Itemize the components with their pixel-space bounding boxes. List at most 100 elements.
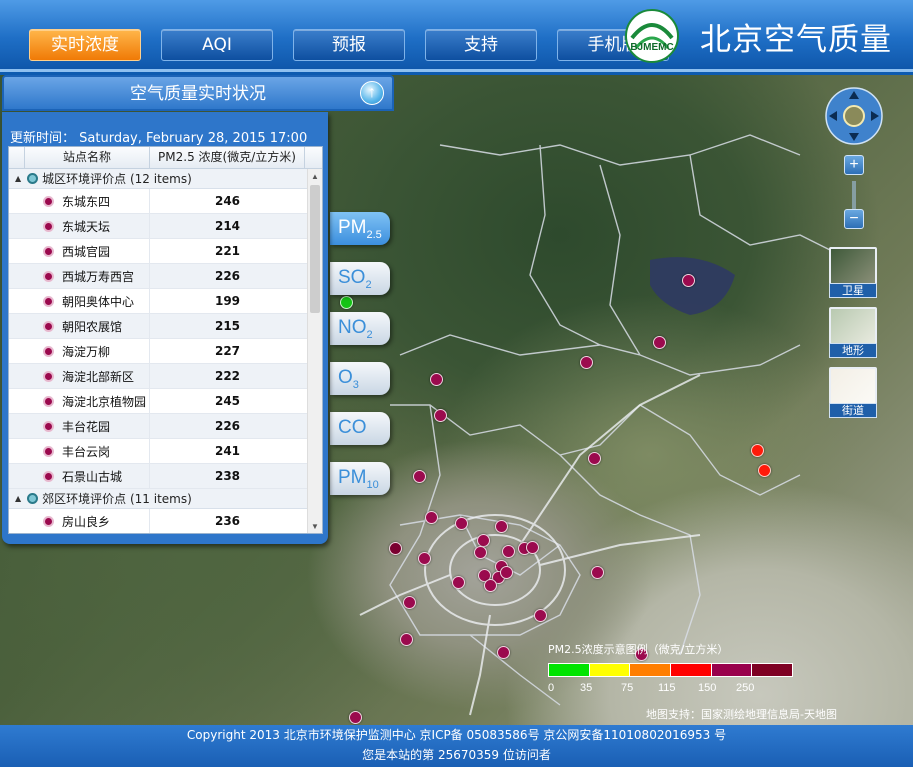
- table-scrollbar[interactable]: ▲ ▼: [307, 169, 322, 533]
- station-marker[interactable]: [425, 511, 438, 524]
- station-cell: 朝阳农展馆: [25, 314, 150, 338]
- table-row[interactable]: 石景山古城 238: [9, 464, 322, 489]
- table-row[interactable]: 房山良乡 236: [9, 509, 322, 533]
- station-marker[interactable]: [349, 711, 362, 724]
- station-marker[interactable]: [497, 646, 510, 659]
- station-marker[interactable]: [452, 576, 465, 589]
- station-cell: 房山良乡: [25, 509, 150, 533]
- scroll-thumb[interactable]: [310, 185, 320, 313]
- station-marker[interactable]: [682, 274, 695, 287]
- table-row[interactable]: 西城万寿西宫 226: [9, 264, 322, 289]
- table-rows: ▲ 城区环境评价点 (12 items) 东城东四 246 东城天坛 214 西城官园 221…: [9, 169, 322, 533]
- row-spacer: [9, 314, 25, 338]
- zoom-out-button[interactable]: −: [844, 209, 864, 229]
- table-row[interactable]: 丰台云岗 241: [9, 439, 322, 464]
- station-marker[interactable]: [534, 609, 547, 622]
- row-spacer: [9, 414, 25, 438]
- station-cell: 丰台云岗: [25, 439, 150, 463]
- column-station-name[interactable]: 站点名称: [25, 147, 150, 168]
- station-name: 朝阳奥体中心: [62, 294, 135, 309]
- station-marker[interactable]: [430, 373, 443, 386]
- station-marker[interactable]: [751, 444, 764, 457]
- station-marker[interactable]: [400, 633, 413, 646]
- station-marker[interactable]: [526, 541, 539, 554]
- table-row[interactable]: 丰台花园 226: [9, 414, 322, 439]
- satellite-thumb: [829, 247, 877, 285]
- tab-so2[interactable]: SO2: [330, 262, 390, 295]
- expand-icon[interactable]: ▲: [15, 494, 21, 503]
- station-table: 站点名称 PM2.5 浓度(微克/立方米) ▲ 城区环境评价点 (12 items…: [8, 146, 323, 534]
- legend-tick: 35: [580, 682, 593, 694]
- status-panel-header: 空气质量实时状况 ↑: [2, 75, 396, 115]
- group-row[interactable]: ▲ 城区环境评价点 (12 items): [9, 169, 322, 189]
- station-dot-icon: [43, 270, 54, 282]
- row-spacer: [9, 509, 25, 533]
- table-row[interactable]: 西城官园 221: [9, 239, 322, 264]
- update-time: Saturday, February 28, 2015 17:00: [79, 131, 308, 146]
- maptype-satellite-label: 卫星: [829, 283, 877, 298]
- station-dot-icon: [43, 445, 54, 457]
- legend-tick: 250: [736, 682, 755, 694]
- group-row[interactable]: ▲ 郊区环境评价点 (11 items): [9, 489, 322, 509]
- maptype-street-button[interactable]: 街道: [829, 367, 877, 419]
- row-spacer: [9, 214, 25, 238]
- expand-icon[interactable]: ▲: [15, 174, 21, 183]
- station-marker[interactable]: [340, 296, 353, 309]
- maptype-terrain-button[interactable]: 地形: [829, 307, 877, 359]
- table-row[interactable]: 海淀北京植物园 245: [9, 389, 322, 414]
- station-marker[interactable]: [500, 566, 513, 579]
- tab-aqi[interactable]: AQI: [161, 29, 273, 61]
- station-marker[interactable]: [502, 545, 515, 558]
- pan-control[interactable]: [825, 87, 883, 145]
- scroll-down-icon[interactable]: ▼: [308, 519, 322, 533]
- tab-pm25[interactable]: PM2.5: [330, 212, 390, 245]
- tab-pm10[interactable]: PM10: [330, 462, 390, 495]
- station-marker[interactable]: [591, 566, 604, 579]
- table-row[interactable]: 东城东四 246: [9, 189, 322, 214]
- table-row[interactable]: 海淀北部新区 222: [9, 364, 322, 389]
- table-row[interactable]: 东城天坛 214: [9, 214, 322, 239]
- row-spacer: [9, 189, 25, 213]
- tab-o3[interactable]: O3: [330, 362, 390, 395]
- pm25-value: 221: [214, 244, 241, 258]
- collapse-panel-button[interactable]: ↑: [360, 81, 384, 105]
- station-cell: 东城东四: [25, 189, 150, 213]
- station-marker[interactable]: [588, 452, 601, 465]
- terrain-thumb: [829, 307, 877, 345]
- table-row[interactable]: 海淀万柳 227: [9, 339, 322, 364]
- station-marker[interactable]: [653, 336, 666, 349]
- tab-realtime-concentration[interactable]: 实时浓度: [29, 29, 141, 61]
- station-marker[interactable]: [434, 409, 447, 422]
- station-marker[interactable]: [403, 596, 416, 609]
- header-spacer: [9, 147, 25, 168]
- station-marker[interactable]: [418, 552, 431, 565]
- station-cell: 东城天坛: [25, 214, 150, 238]
- station-marker[interactable]: [758, 464, 771, 477]
- station-marker[interactable]: [389, 542, 402, 555]
- table-row[interactable]: 朝阳奥体中心 199: [9, 289, 322, 314]
- maptype-satellite-button[interactable]: 卫星: [829, 247, 877, 299]
- station-dot-icon: [43, 420, 54, 432]
- pm25-value: 241: [214, 444, 241, 458]
- street-thumb: [829, 367, 877, 405]
- station-dot-icon: [43, 470, 54, 482]
- station-marker[interactable]: [474, 546, 487, 559]
- scroll-up-icon[interactable]: ▲: [308, 169, 322, 184]
- tab-co[interactable]: CO: [330, 412, 390, 445]
- station-marker[interactable]: [413, 470, 426, 483]
- tab-no2[interactable]: NO2: [330, 312, 390, 345]
- station-dot-icon: [43, 245, 54, 257]
- column-pm25-value[interactable]: PM2.5 浓度(微克/立方米): [150, 147, 305, 168]
- legend-color-bar: [548, 663, 793, 677]
- tab-pm25-label: PM: [338, 217, 367, 238]
- zoom-in-button[interactable]: +: [844, 155, 864, 175]
- tab-support[interactable]: 支持: [425, 29, 537, 61]
- tab-forecast[interactable]: 预报: [293, 29, 405, 61]
- pm25-value: 238: [214, 469, 241, 483]
- station-marker[interactable]: [580, 356, 593, 369]
- station-marker[interactable]: [484, 579, 497, 592]
- pm25-value: 215: [214, 319, 241, 333]
- table-row[interactable]: 朝阳农展馆 215: [9, 314, 322, 339]
- station-marker[interactable]: [455, 517, 468, 530]
- station-marker[interactable]: [495, 520, 508, 533]
